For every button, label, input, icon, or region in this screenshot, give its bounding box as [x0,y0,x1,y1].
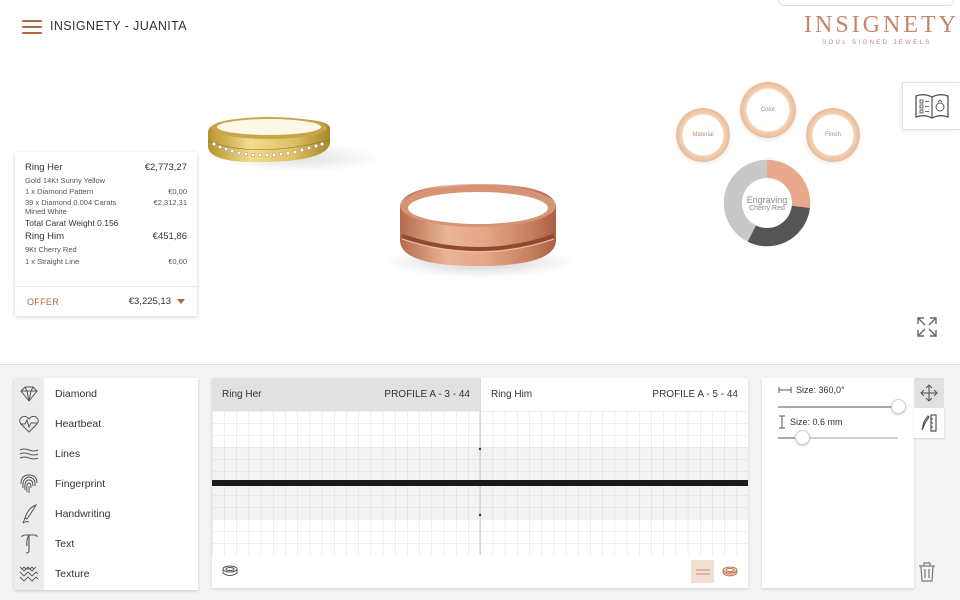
pattern-label: Text [55,538,75,550]
horizontal-size-icon [778,387,792,393]
ring-him-material: 9Kt Cherry Red [25,245,77,254]
diamonds-color: Mined White [25,207,67,216]
fullscreen-icon[interactable] [916,316,938,338]
diamond-pattern-label: 1 x Diamond Pattern [25,187,94,196]
catalog-button[interactable] [902,82,960,130]
tab-ring-him-profile: PROFILE A - 5 - 44 [652,389,738,400]
page-title: INSIGNETY - JUANITA [50,19,188,33]
engraving-selected: Engraving Cherry Red [742,178,792,228]
move-tool-button[interactable] [914,378,944,408]
ring-her-material: Gold 14Kt Sunny Yellow [25,176,106,185]
top-pull-tab[interactable] [778,0,954,6]
offer-label: OFFER [27,296,59,307]
pattern-label: Texture [55,568,90,580]
carat-weight: Total Carat Weight 0.156 [25,218,119,228]
width-slider[interactable] [778,430,898,445]
diamonds-label: 39 x Diamond 0.004 Carats [25,198,117,207]
diamonds-price: €2,312,31 [153,198,187,207]
straight-line-price: €0,00 [168,257,187,266]
engraving-editor: Ring Her PROFILE A - 3 - 44 Ring Him PRO… [212,378,748,588]
ring-him-preview[interactable] [380,170,580,280]
pattern-item-diamond[interactable]: Diamond [14,379,198,409]
width-size-label: Size: 0.6 mm [790,417,843,427]
angle-size-label: Size: 360,0° [796,385,845,395]
ring-view-icon[interactable] [222,565,238,577]
logo-wordmark: INSIGNETY [804,12,959,38]
material-label: Material [692,132,714,138]
vertical-size-icon [779,415,785,429]
price-summary-card: Ring Her €2,773,27 Gold 14Kt Sunny Yellow… [15,152,197,316]
diamond-pattern-price: €0,00 [168,187,187,196]
edit-tool-button[interactable] [914,408,944,438]
straight-line-label: 1 x Straight Line [25,257,80,266]
lines-icon [19,448,39,460]
color-bubble[interactable]: Color [740,82,796,138]
engraving-title: Engraving [746,194,788,205]
tab-ring-him-label: Ring Him [491,389,533,400]
hamburger-menu-icon[interactable] [22,20,42,36]
ring-her-label: Ring Her [25,162,63,173]
color-label: Color [760,107,776,113]
angle-slider-fill [778,406,898,408]
move-arrows-icon [920,384,938,402]
finish-label: Finish [824,132,841,138]
tab-ring-her-label: Ring Her [222,389,262,400]
size-controls-panel: Size: 360,0° Size: 0.6 mm [762,378,914,588]
brand-logo: INSIGNETY SOUL SIGNED JEWELS [804,12,959,46]
engraving-straight-line [212,480,748,486]
pen-ruler-icon [921,414,937,432]
heartbeat-icon [19,415,39,433]
trash-icon[interactable] [918,562,936,582]
logo-tagline: SOUL SIGNED JEWELS [822,40,932,46]
finish-bubble[interactable]: Finish [806,108,860,162]
editor-footer [212,555,748,588]
diamond-icon [20,386,38,402]
angle-slider[interactable] [778,399,906,414]
pattern-label: Handwriting [55,508,111,520]
ring-her-price: €2,773,27 [144,162,187,173]
offer-row[interactable]: OFFER €3,225,13 [15,286,197,316]
ring-3d-icon[interactable] [722,565,738,577]
texture-icon [19,566,39,582]
pattern-item-lines[interactable]: Lines [14,439,198,469]
fingerprint-icon [20,474,38,493]
angle-slider-thumb[interactable] [890,399,906,414]
tab-ring-her[interactable]: Ring Her PROFILE A - 3 - 44 [212,378,480,411]
flat-view-button[interactable] [691,560,714,583]
engraving-color: Cherry Red [749,204,785,212]
pattern-label: Diamond [55,388,98,400]
pattern-item-fingerprint[interactable]: Fingerprint [14,469,198,499]
pattern-label: Lines [55,448,81,460]
catalog-book-icon [914,94,949,119]
pattern-item-handwriting[interactable]: Handwriting [14,499,198,529]
pattern-item-text[interactable]: Text [14,529,198,559]
material-bubble[interactable]: Material [676,108,730,162]
offer-total: €3,225,13 [128,296,171,307]
width-slider-thumb[interactable] [794,430,810,445]
ring-him-label: Ring Him [25,231,65,242]
ring-him-price: €451,86 [152,231,187,242]
pattern-label: Fingerprint [55,478,106,490]
flat-lines-icon [695,569,710,574]
pattern-item-heartbeat[interactable]: Heartbeat [14,409,198,439]
tab-ring-her-profile: PROFILE A - 3 - 44 [384,389,470,400]
engraving-canvas[interactable] [212,411,748,555]
handwriting-icon [22,504,38,524]
tab-ring-him[interactable]: Ring Him PROFILE A - 5 - 44 [480,378,748,411]
pattern-list: Diamond Heartbeat Lines Fingerprint Hand… [14,378,198,590]
pattern-item-texture[interactable]: Texture [14,559,198,589]
caret-down-icon[interactable] [177,299,185,304]
text-icon [21,534,38,554]
ring-her-preview[interactable] [196,100,386,180]
pattern-label: Heartbeat [55,418,102,430]
